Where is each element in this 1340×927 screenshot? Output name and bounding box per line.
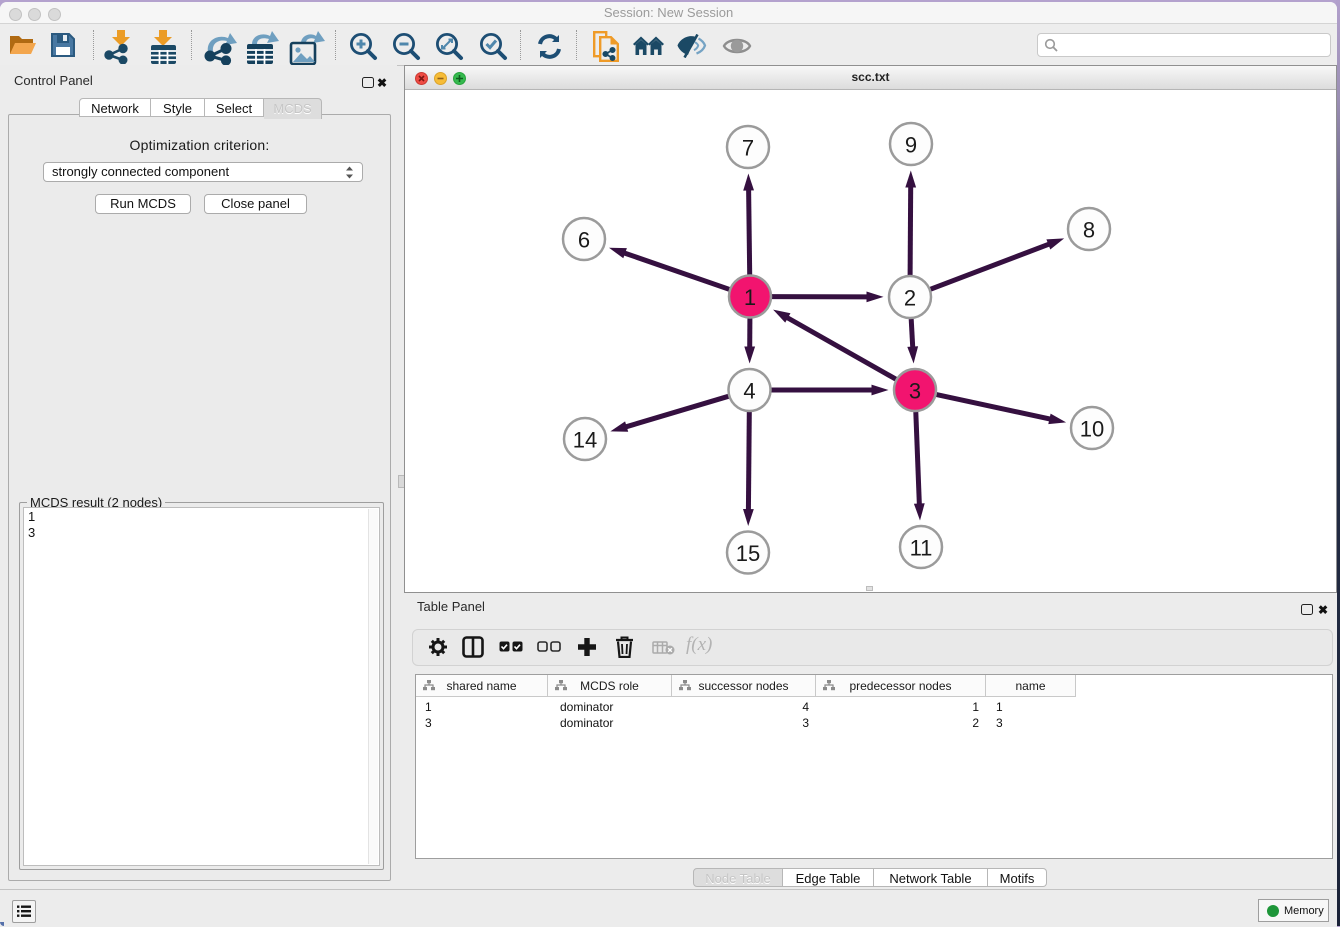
svg-text:3: 3	[909, 379, 921, 404]
svg-text:6: 6	[578, 228, 590, 253]
svg-text:10: 10	[1080, 417, 1104, 442]
svg-text:2: 2	[904, 286, 916, 311]
svg-text:9: 9	[905, 133, 917, 158]
svg-text:4: 4	[743, 379, 755, 404]
svg-text:8: 8	[1083, 218, 1095, 243]
svg-text:7: 7	[742, 136, 754, 161]
svg-text:11: 11	[910, 536, 933, 561]
svg-text:15: 15	[736, 541, 760, 566]
svg-text:14: 14	[573, 428, 597, 453]
svg-text:1: 1	[744, 285, 756, 310]
